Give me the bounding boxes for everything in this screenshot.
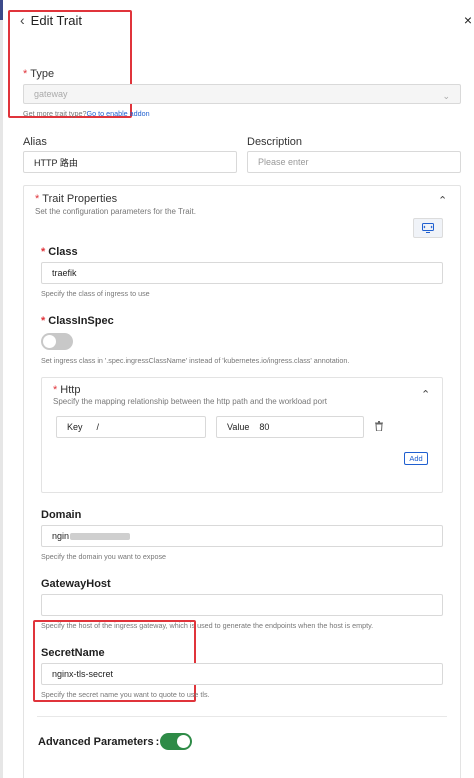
class-help: Specify the class of ingress to use bbox=[41, 289, 150, 298]
class-input[interactable]: traefik bbox=[41, 262, 443, 284]
domain-input[interactable]: ngin bbox=[41, 525, 443, 547]
trait-properties-title: * Trait Properties bbox=[35, 193, 118, 205]
http-help: Specify the mapping relationship between… bbox=[53, 397, 327, 406]
left-edge-strip bbox=[0, 0, 3, 778]
advanced-parameters-label: Advanced Parameters: bbox=[38, 736, 160, 748]
secretname-help: Specify the secret name you want to quot… bbox=[41, 690, 210, 699]
type-label: * Type bbox=[23, 68, 55, 80]
secretname-label: SecretName bbox=[41, 647, 105, 659]
close-icon[interactable]: × bbox=[464, 12, 472, 28]
alias-input[interactable]: HTTP 路由 bbox=[23, 151, 237, 173]
trash-icon[interactable] bbox=[375, 421, 383, 434]
trait-properties-subtitle: Set the configuration parameters for the… bbox=[35, 207, 196, 216]
enable-addon-link[interactable]: Go to enable addon bbox=[87, 109, 150, 118]
redacted-text bbox=[70, 532, 131, 540]
left-edge-accent bbox=[0, 0, 3, 20]
domain-help: Specify the domain you want to expose bbox=[41, 552, 167, 561]
code-view-button[interactable] bbox=[413, 218, 443, 238]
classinspec-label: * ClassInSpec bbox=[41, 315, 114, 327]
chevron-down-icon: ⌄ bbox=[442, 91, 450, 101]
classinspec-toggle[interactable] bbox=[41, 333, 73, 350]
description-input[interactable]: Please enter bbox=[247, 151, 461, 173]
http-key-input[interactable]: Key / bbox=[56, 416, 206, 438]
classinspec-help: Set ingress class in '.spec.ingressClass… bbox=[41, 356, 350, 365]
secretname-input[interactable]: nginx-tls-secret bbox=[41, 663, 443, 685]
description-label: Description bbox=[247, 136, 303, 148]
monitor-icon bbox=[422, 223, 434, 233]
http-value-input[interactable]: Value 80 bbox=[216, 416, 364, 438]
add-button[interactable]: Add bbox=[404, 452, 428, 465]
alias-label: Alias bbox=[23, 136, 47, 148]
class-label: * Class bbox=[41, 246, 78, 258]
domain-label: Domain bbox=[41, 509, 82, 521]
type-select[interactable]: gateway ⌄ bbox=[23, 84, 461, 104]
chevron-up-icon[interactable]: ⌃ bbox=[421, 388, 430, 401]
advanced-parameters-toggle[interactable] bbox=[160, 733, 192, 750]
divider bbox=[37, 716, 447, 717]
http-label: * Http bbox=[53, 384, 81, 396]
gatewayhost-label: GatewayHost bbox=[41, 578, 111, 590]
chevron-up-icon[interactable]: ⌃ bbox=[438, 194, 447, 207]
type-help: Get more trait type?Go to enable addon bbox=[23, 109, 150, 118]
gatewayhost-input[interactable] bbox=[41, 594, 443, 616]
